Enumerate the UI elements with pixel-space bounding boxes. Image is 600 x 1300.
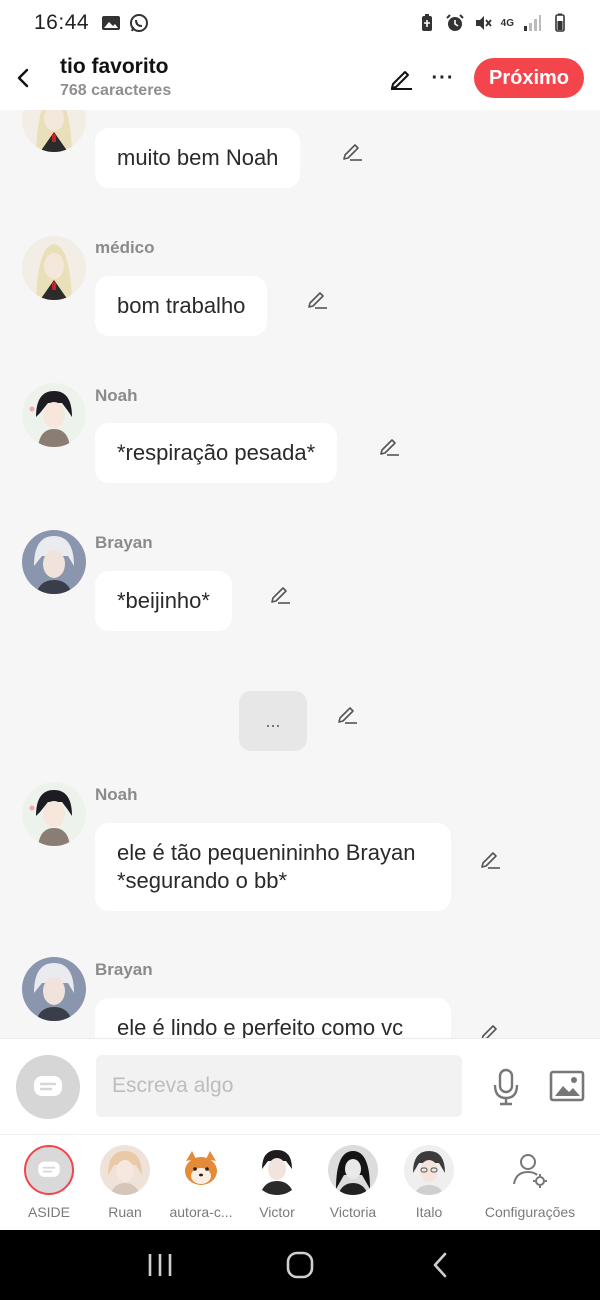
chat-list[interactable]: muito bem Noah médico bom trabalho Noah … [0,110,600,1038]
system-back-button[interactable] [410,1240,470,1290]
message-input[interactable] [96,1055,462,1117]
message-bubble[interactable]: bom trabalho [95,276,268,336]
chat-header: tio favorito 768 caracteres ··· Próximo [0,46,600,110]
network-type: 4G [500,17,514,29]
back-button[interactable] [0,46,46,110]
chevron-left-icon [17,68,29,88]
image-upload-button[interactable] [548,1067,586,1105]
back-arrow-icon [433,1252,447,1278]
avatar[interactable] [22,383,86,447]
system-nav-bar [0,1230,600,1300]
character-label: ASIDE [27,1204,70,1220]
character-item-aside[interactable]: ASIDE [11,1145,87,1220]
character-label: Configurações [484,1204,576,1220]
victor-avatar-icon [252,1145,302,1195]
settings-user-icon [505,1145,555,1195]
sender-name: Noah [95,386,138,405]
narration-bubble[interactable]: ... [239,691,307,751]
composer-bar [0,1038,600,1134]
character-count: 768 caracteres [60,82,172,99]
shiba-avatar-icon [176,1145,226,1195]
message-text: ele é lindo e perfeito como vc [117,1015,404,1038]
message-text: ele é tão pequenininho Brayan *segurando… [117,840,416,893]
mute-icon [475,16,492,30]
recent-apps-icon [148,1254,172,1276]
battery-icon [555,13,565,32]
edit-message-icon[interactable] [478,847,502,871]
medico-avatar-icon [22,110,86,152]
character-label: autora-c... [169,1204,233,1220]
message-bubble[interactable]: muito bem Noah [95,128,301,188]
battery-saver-icon [421,14,432,31]
brayan-avatar-icon [22,530,86,594]
italo-avatar-icon [404,1145,454,1195]
edit-message-icon[interactable] [377,434,401,458]
message-bubble[interactable]: ele é lindo e perfeito como vc [95,998,451,1038]
character-label: Italo [415,1204,443,1220]
ruan-avatar-icon [100,1145,150,1195]
avatar[interactable] [22,782,86,846]
avatar[interactable] [22,530,86,594]
message-bubble[interactable]: ele é tão pequenininho Brayan *segurando… [95,823,451,911]
character-item-autora[interactable]: autora-c... [163,1145,239,1220]
home-icon [286,1251,314,1279]
message-text: bom trabalho [117,293,246,318]
character-label: Ruan [108,1204,142,1220]
gallery-icon [102,16,121,30]
edit-message-icon[interactable] [268,582,292,606]
aside-toggle-button[interactable] [16,1055,80,1119]
edit-message-icon[interactable] [305,287,329,311]
message-text: *respiração pesada* [117,440,316,465]
sender-name: médico [95,238,155,257]
status-time: 16:44 [34,11,90,34]
character-label: Victoria [329,1204,377,1220]
sender-name: Brayan [95,533,153,552]
sender-name: Noah [95,785,138,804]
message-text: *beijinho* [117,588,210,613]
character-item-italo[interactable]: Italo [391,1145,467,1220]
voice-input-button[interactable] [486,1065,526,1109]
microphone-icon [493,1068,519,1106]
next-button[interactable]: Próximo [474,58,584,98]
character-bar: ASIDE Ruan autora-c... Victor Victoria I… [0,1134,600,1230]
signal-icon [524,15,541,31]
edit-message-icon[interactable] [478,1020,502,1038]
edit-message-icon[interactable] [335,702,359,726]
alarm-icon [445,14,464,31]
avatar[interactable] [22,236,86,300]
brayan-avatar-icon [22,957,86,1021]
whatsapp-icon [130,14,149,32]
character-item-victoria[interactable]: Victoria [315,1145,391,1220]
character-item-victor[interactable]: Victor [239,1145,315,1220]
avatar[interactable] [22,957,86,1021]
noah-avatar-icon [22,383,86,447]
status-bar: 16:44 4G [0,0,600,46]
edit-message-icon[interactable] [340,139,364,163]
title-block: tio favorito 768 caracteres [60,54,171,102]
medico-avatar-icon [22,236,86,300]
aside-icon [24,1145,74,1195]
message-bubble[interactable]: *respiração pesada* [95,423,338,483]
edit-story-button[interactable] [386,63,416,93]
image-icon [549,1070,585,1102]
chat-bubble-icon [34,1076,62,1096]
character-label: Victor [259,1204,295,1220]
message-bubble[interactable]: *beijinho* [95,571,232,631]
noah-avatar-icon [22,782,86,846]
home-button[interactable] [270,1240,330,1290]
recent-apps-button[interactable] [130,1240,190,1290]
character-item-settings[interactable]: Configurações [484,1145,576,1220]
sender-name: Brayan [95,960,153,979]
victoria-avatar-icon [328,1145,378,1195]
message-text: muito bem Noah [117,145,279,170]
pencil-icon [391,71,412,90]
more-options-button[interactable]: ··· [428,63,458,93]
chat-title: tio favorito [60,55,169,78]
avatar[interactable] [22,110,86,152]
character-item-ruan[interactable]: Ruan [87,1145,163,1220]
